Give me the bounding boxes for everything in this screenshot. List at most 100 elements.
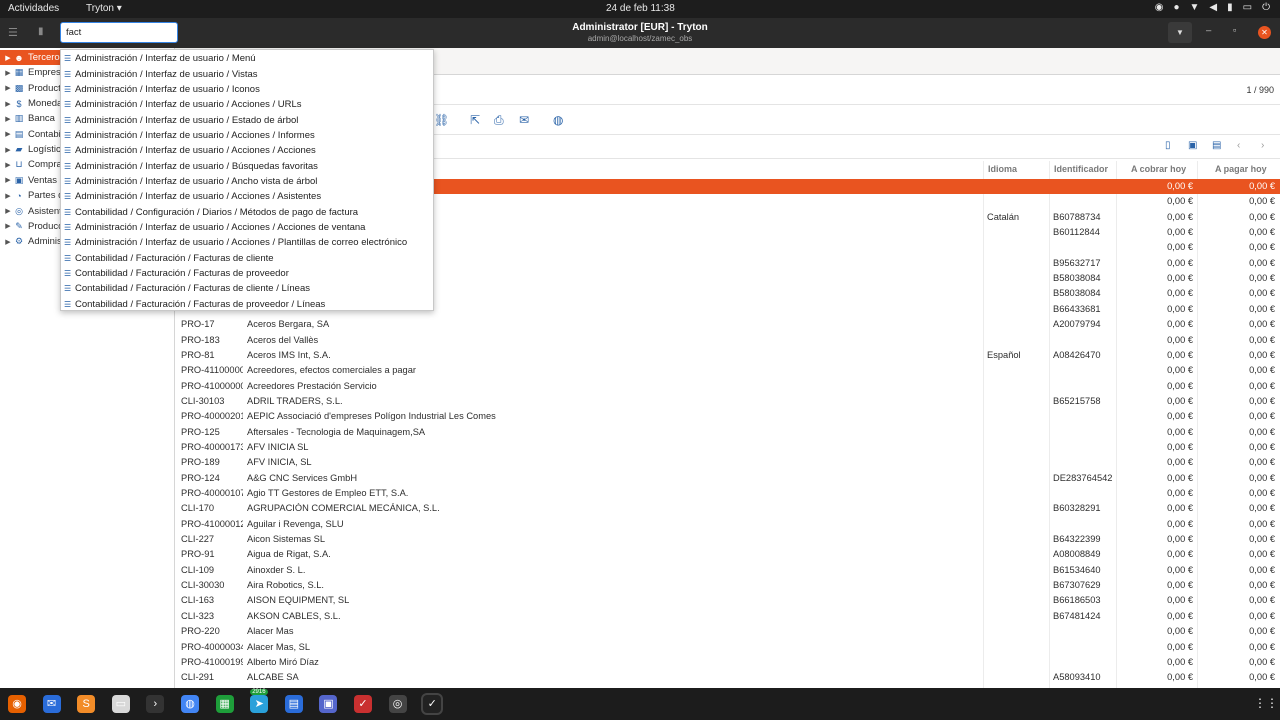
obs-tray-icon[interactable]: ◉ xyxy=(1155,2,1164,13)
table-row[interactable]: PRO-91 Aigua de Rigat, S.A. A08008849 0,00 … xyxy=(175,547,1280,562)
terminal-icon[interactable]: › xyxy=(146,695,165,713)
table-row[interactable]: PRO-41000000 Acreedores Prestación Servic… xyxy=(175,379,1280,394)
table-row[interactable]: PRO-81 Aceros IMS Int, S.A. Español A084264… xyxy=(175,348,1280,363)
suggestion-item[interactable]: ☰ Administración / Interfaz de usuario / … xyxy=(64,220,432,235)
table-row[interactable]: PRO-40000201 AEPIC Associació d'empreses … xyxy=(175,409,1280,424)
suggestion-item[interactable]: ☰ Administración / Interfaz de usuario / … xyxy=(64,143,432,158)
table-row[interactable]: CLI-170 AGRUPACIÓN COMERCIAL MECÁNICA, S.… xyxy=(175,501,1280,516)
globe-icon[interactable]: ◍ xyxy=(553,113,563,127)
print-icon[interactable]: ⎙ xyxy=(494,113,504,128)
telegram-icon[interactable]: ➤ xyxy=(250,695,269,713)
suggestion-item[interactable]: ☰ Administración / Interfaz de usuario / … xyxy=(64,112,432,127)
expand-arrow-icon[interactable]: ▶ xyxy=(3,69,13,77)
close-icon[interactable]: ✕ xyxy=(1258,26,1271,39)
battery-icon[interactable]: ▭ xyxy=(1243,2,1252,13)
calc-icon[interactable]: ▦ xyxy=(215,695,234,713)
obs-icon[interactable]: ◎ xyxy=(388,695,407,713)
power-icon[interactable]: ⏻ xyxy=(1262,2,1270,13)
writer-icon[interactable]: ▤ xyxy=(284,695,303,713)
next-icon[interactable]: › xyxy=(1261,140,1264,151)
bookmark-icon[interactable]: ▯ xyxy=(1165,140,1171,151)
chrome-tray-icon[interactable]: ● xyxy=(1173,2,1179,13)
expand-arrow-icon[interactable]: ▶ xyxy=(3,115,13,123)
column-identificador[interactable]: Identificador xyxy=(1054,164,1108,174)
table-row[interactable]: CLI-30030 Aira Robotics, S.L. B67307629 0,0… xyxy=(175,578,1280,593)
suggestion-item[interactable]: ☰ Administración / Interfaz de usuario / … xyxy=(64,189,432,204)
table-row[interactable]: PRO-17 Aceros Bergara, SA A20079794 0,00 € 0… xyxy=(175,317,1280,332)
global-search-input[interactable] xyxy=(60,22,178,43)
tryton-icon[interactable]: ✓ xyxy=(423,695,442,713)
expand-arrow-icon[interactable]: ▶ xyxy=(3,100,13,108)
expand-arrow-icon[interactable]: ▶ xyxy=(3,222,13,230)
show-apps-icon[interactable]: ⋮⋮⋮ xyxy=(1254,696,1280,710)
suggestion-item[interactable]: ☰ Contabilidad / Facturación / Facturas d… xyxy=(64,266,432,281)
table-row[interactable]: CLI-109 Ainoxder S. L. B61534640 0,00 € 0,00… xyxy=(175,563,1280,578)
suggestion-item[interactable]: ☰ Administración / Interfaz de usuario / … xyxy=(64,174,432,189)
suggestion-item[interactable]: ☰ Administración / Interfaz de usuario / … xyxy=(64,128,432,143)
expand-arrow-icon[interactable]: ▶ xyxy=(3,161,13,169)
screenshot-icon[interactable]: ▣ xyxy=(319,695,338,713)
suggestion-item[interactable]: ☰ Administración / Interfaz de usuario / … xyxy=(64,158,432,173)
column-idioma[interactable]: Idioma xyxy=(988,164,1017,174)
column-a-pagar-hoy[interactable]: A pagar hoy xyxy=(1215,164,1267,174)
expand-arrow-icon[interactable]: ▶ xyxy=(3,54,13,62)
table-row[interactable]: CLI-291 ALCABE SA A58093410 0,00 € 0,00 € xyxy=(175,670,1280,685)
suggestion-item[interactable]: ☰ Administración / Interfaz de usuario / … xyxy=(64,51,432,66)
cell-identifier: DE283764542 xyxy=(1053,472,1113,483)
firefox-icon[interactable]: ◉ xyxy=(8,695,26,713)
files-icon[interactable]: ▭ xyxy=(111,695,130,713)
volume-icon[interactable]: ◀ xyxy=(1209,2,1217,13)
table-row[interactable]: PRO-41100000 Acreedores, efectos comercia… xyxy=(175,363,1280,378)
suggestion-item[interactable]: ☰ Administración / Interfaz de usuario / … xyxy=(64,82,432,97)
table-row[interactable]: PRO-40000173 AFV INICIA SL 0,00 € 0,00 € xyxy=(175,440,1280,455)
previous-icon[interactable]: ‹ xyxy=(1237,140,1240,151)
chrome-icon[interactable]: ◍ xyxy=(181,695,199,713)
expand-arrow-icon[interactable]: ▶ xyxy=(3,192,13,200)
table-row[interactable]: CLI-30103 ADRIL TRADERS, S.L. B65215758 0,0… xyxy=(175,394,1280,409)
expand-arrow-icon[interactable]: ▶ xyxy=(3,130,13,138)
table-row[interactable]: PRO-124 A&G CNC Services GmbH DE283764542 0… xyxy=(175,471,1280,486)
expand-arrow-icon[interactable]: ▶ xyxy=(3,146,13,154)
sublime-icon[interactable]: S xyxy=(77,695,96,713)
expand-arrow-icon[interactable]: ▶ xyxy=(3,176,13,184)
expand-arrow-icon[interactable]: ▶ xyxy=(3,207,13,215)
wifi-icon[interactable]: ▼ xyxy=(1190,2,1200,13)
table-row[interactable]: CLI-163 AISON EQUIPMENT, SL B66186503 0,00 … xyxy=(175,593,1280,608)
table-row[interactable]: PRO-41000012 Aguilar i Revenga, SLU 0,00 €… xyxy=(175,517,1280,532)
activities-button[interactable]: Actividades xyxy=(8,3,59,14)
table-row[interactable]: PRO-41000199 Alberto Miró Díaz 0,00 € 0,00 … xyxy=(175,655,1280,670)
system-tray[interactable]: ◉ ● ▼ ◀ ▮ ▭ ⏻ xyxy=(1155,2,1270,13)
email-icon[interactable]: ✉ xyxy=(519,113,529,127)
save-view-icon[interactable]: ▣ xyxy=(1188,140,1197,151)
expand-arrow-icon[interactable]: ▶ xyxy=(3,84,13,92)
table-row[interactable]: PRO-125 Aftersales - Tecnologia de Maquin… xyxy=(175,425,1280,440)
column-a-cobrar-hoy[interactable]: A cobrar hoy xyxy=(1131,164,1186,174)
table-row[interactable]: PRO-220 Alacer Mas 0,00 € 0,00 € xyxy=(175,624,1280,639)
window-subtitle: admin@localhost/zamec_obs xyxy=(587,34,693,43)
suggestion-item[interactable]: ☰ Administración / Interfaz de usuario / … xyxy=(64,235,432,250)
clock[interactable]: 24 de feb 11:38 xyxy=(606,3,675,14)
minimize-icon[interactable]: – xyxy=(1206,25,1211,36)
app-menu-button[interactable]: Tryton ▾ xyxy=(86,3,122,14)
table-row[interactable]: PRO-183 Aceros del Vallès 0,00 € 0,00 € xyxy=(175,333,1280,348)
suggestion-item[interactable]: ☰ Administración / Interfaz de usuario / … xyxy=(64,97,432,112)
expand-arrow-icon[interactable]: ▶ xyxy=(3,238,13,246)
table-row[interactable]: PRO-40000034 Alacer Mas, SL 0,00 € 0,00 € xyxy=(175,640,1280,655)
table-row[interactable]: CLI-323 AKSON CABLES, S.L. B67481424 0,00 €… xyxy=(175,609,1280,624)
suggestion-item[interactable]: ☰ Contabilidad / Configuración / Diarios … xyxy=(64,205,432,220)
suggestion-item[interactable]: ☰ Administración / Interfaz de usuario / … xyxy=(64,66,432,81)
table-row[interactable]: CLI-227 Aicon Sistemas SL B64322399 0,00 € 0… xyxy=(175,532,1280,547)
todo-icon[interactable]: ✓ xyxy=(354,695,372,713)
window-menu-button[interactable]: ▼ xyxy=(1168,22,1192,43)
maximize-icon[interactable]: ▫ xyxy=(1233,25,1236,36)
open-external-icon[interactable]: ⇱ xyxy=(470,113,480,127)
microphone-icon[interactable]: ▮ xyxy=(1227,2,1233,13)
suggestion-item[interactable]: ☰ Contabilidad / Facturación / Facturas d… xyxy=(64,297,432,312)
table-row[interactable]: PRO-189 AFV INICIA, SL 0,00 € 0,00 € xyxy=(175,455,1280,470)
suggestion-item[interactable]: ☰ Contabilidad / Facturación / Facturas d… xyxy=(64,251,432,266)
table-row[interactable]: PRO-40000107 Agio TT Gestores de Empleo E… xyxy=(175,486,1280,501)
archive-icon[interactable]: ▤ xyxy=(1212,140,1221,151)
attachment-link-icon[interactable]: ⛓ xyxy=(434,113,449,127)
suggestion-item[interactable]: ☰ Contabilidad / Facturación / Facturas d… xyxy=(64,281,432,296)
thunderbird-icon[interactable]: ✉ xyxy=(42,695,61,713)
